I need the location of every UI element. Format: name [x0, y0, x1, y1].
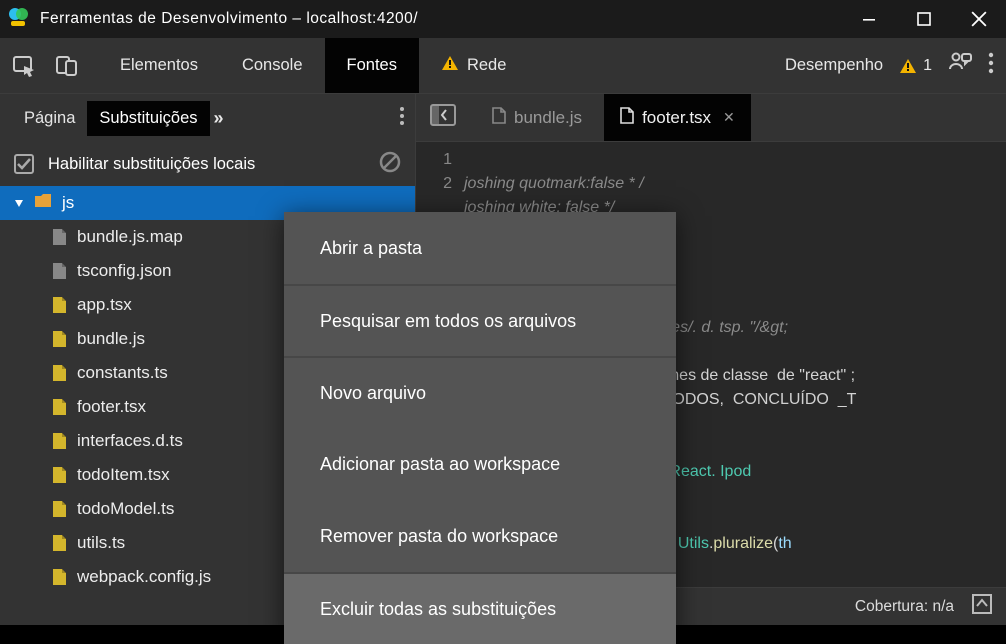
nav-tab-substituicoes-label: Substituições	[99, 109, 197, 127]
inspect-icon[interactable]	[8, 49, 42, 83]
file-icon	[52, 568, 67, 586]
ctx-label: Abrir a pasta	[320, 238, 422, 259]
file-icon	[52, 534, 67, 552]
file-icon	[52, 228, 67, 246]
close-icon[interactable]: ✕	[723, 109, 735, 126]
chevron-down-icon	[14, 193, 24, 213]
more-icon[interactable]	[988, 52, 994, 79]
ctx-label: Adicionar pasta ao workspace	[320, 454, 560, 475]
tree-file-label: todoModel.ts	[77, 499, 174, 519]
ctx-label: Pesquisar em todos os arquivos	[320, 311, 576, 332]
editor-tab[interactable]: bundle.js	[476, 94, 598, 141]
tab-console[interactable]: Console	[220, 38, 325, 93]
tab-elementos[interactable]: Elementos	[98, 38, 220, 93]
tree-file-label: app.tsx	[77, 295, 132, 315]
navigator-tabbar: Página Substituições »	[0, 94, 415, 142]
enable-overrides-checkbox[interactable]	[14, 154, 34, 174]
issue-badge-count: 1	[923, 57, 932, 75]
editor-tab[interactable]: footer.tsx ✕	[604, 94, 751, 141]
clear-icon[interactable]	[379, 151, 401, 178]
editor-tab-label: bundle.js	[514, 108, 582, 128]
tree-folder-label: js	[62, 193, 74, 213]
titlebar: Ferramentas de Desenvolvimento – localho…	[0, 0, 1006, 38]
file-icon	[52, 500, 67, 518]
ctx-new-file[interactable]: Novo arquivo	[284, 356, 676, 428]
window-title: Ferramentas de Desenvolvimento – localho…	[40, 10, 841, 28]
ctx-delete-all-overrides[interactable]: Excluir todas as substituições	[284, 572, 676, 644]
tree-file-label: utils.ts	[77, 533, 125, 553]
nav-more-icon[interactable]	[399, 106, 405, 131]
tab-console-label: Console	[242, 56, 303, 75]
tree-file-label: footer.tsx	[77, 397, 146, 417]
nav-toggle-icon[interactable]	[430, 104, 456, 131]
tab-rede-label: Rede	[467, 56, 506, 75]
ctx-search-files[interactable]: Pesquisar em todos os arquivos	[284, 284, 676, 356]
nav-tab-pagina[interactable]: Página	[12, 101, 87, 136]
tree-file-label: bundle.js.map	[77, 227, 183, 247]
tab-fontes[interactable]: Fontes	[325, 38, 419, 93]
file-icon	[52, 432, 67, 450]
nav-overflow-icon[interactable]: »	[214, 108, 224, 129]
feedback-icon[interactable]	[948, 51, 972, 80]
file-icon	[492, 107, 506, 129]
ctx-label: Remover pasta do workspace	[320, 526, 558, 547]
tree-file-label: tsconfig.json	[77, 261, 172, 281]
devtools-tabbar: Elementos Console Fontes Rede Desempenho…	[0, 38, 1006, 94]
enable-overrides-row: Habilitar substituições locais	[0, 142, 415, 186]
ctx-add-workspace[interactable]: Adicionar pasta ao workspace	[284, 428, 676, 500]
expand-icon[interactable]	[972, 594, 992, 619]
ctx-remove-workspace[interactable]: Remover pasta do workspace	[284, 500, 676, 572]
tab-desempenho-label: Desempenho	[785, 56, 883, 75]
tree-file-label: constants.ts	[77, 363, 168, 383]
minimize-button[interactable]	[841, 0, 896, 38]
file-icon	[52, 330, 67, 348]
tree-file-label: interfaces.d.ts	[77, 431, 183, 451]
tab-elementos-label: Elementos	[120, 56, 198, 75]
file-icon	[52, 466, 67, 484]
editor-tabbar: bundle.js footer.tsx ✕	[416, 94, 1006, 142]
ctx-label: Excluir todas as substituições	[320, 599, 556, 620]
close-button[interactable]	[951, 0, 1006, 38]
ctx-label: Novo arquivo	[320, 383, 426, 404]
enable-overrides-label: Habilitar substituições locais	[48, 155, 365, 174]
nav-tab-pagina-label: Página	[24, 109, 75, 127]
code-line: joshing quotmark:false * /	[464, 175, 644, 192]
file-icon	[52, 364, 67, 382]
file-icon	[620, 107, 634, 129]
nav-tab-substituicoes[interactable]: Substituições	[87, 101, 209, 136]
file-icon	[52, 296, 67, 314]
file-icon	[52, 398, 67, 416]
app-icon	[8, 6, 30, 33]
tree-file-label: bundle.js	[77, 329, 145, 349]
file-icon	[52, 262, 67, 280]
ctx-open-folder[interactable]: Abrir a pasta	[284, 212, 676, 284]
tree-file-label: todoItem.tsx	[77, 465, 170, 485]
folder-icon	[34, 193, 52, 213]
coverage-label: Cobertura: n/a	[855, 598, 954, 616]
warning-icon	[441, 54, 459, 77]
issue-badge[interactable]: 1	[899, 57, 932, 75]
tree-file-label: webpack.config.js	[77, 567, 211, 587]
maximize-button[interactable]	[896, 0, 951, 38]
context-menu: Abrir a pasta Pesquisar em todos os arqu…	[284, 212, 676, 644]
tab-desempenho[interactable]: Desempenho	[785, 56, 883, 75]
editor-tab-label: footer.tsx	[642, 108, 711, 128]
device-icon[interactable]	[50, 49, 84, 83]
tab-rede[interactable]: Rede	[419, 38, 528, 93]
tab-fontes-label: Fontes	[347, 56, 397, 75]
